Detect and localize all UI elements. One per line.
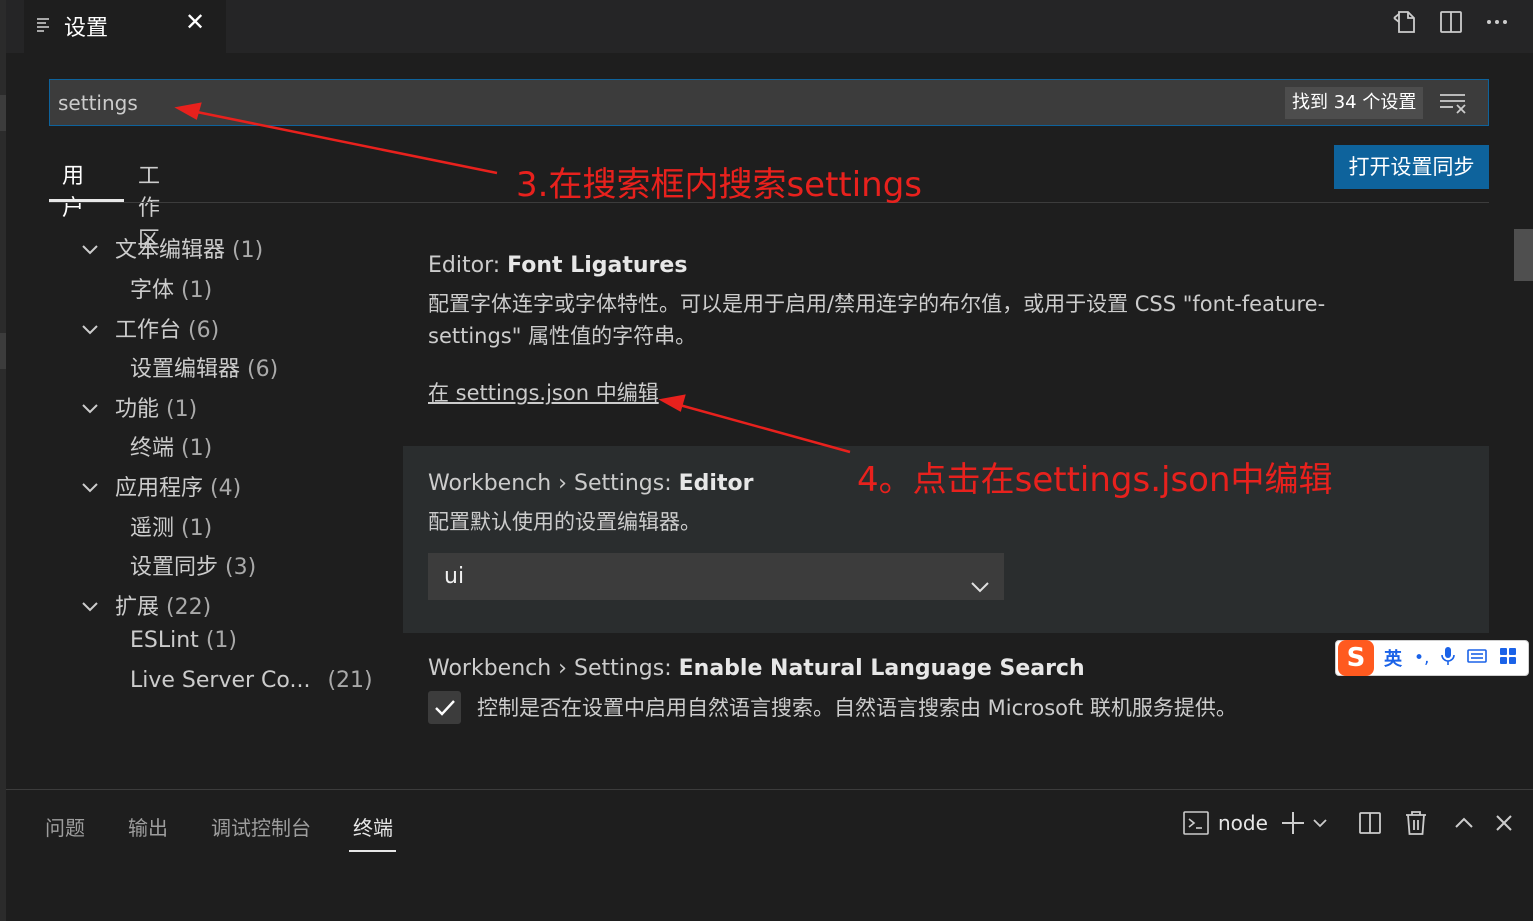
bottom-panel: 问题 输出 调试控制台 终端 node [6, 789, 1533, 921]
chevron-down-icon[interactable] [1308, 806, 1332, 840]
annotation-step4: 4。点击在settings.json中编辑 [857, 460, 1333, 500]
tab-debug-console[interactable]: 调试控制台 [211, 812, 311, 841]
punctuation-icon[interactable]: •, [1414, 648, 1429, 668]
new-terminal-icon[interactable] [1278, 806, 1308, 840]
microphone-icon[interactable] [1441, 646, 1456, 671]
terminal-name[interactable]: node [1218, 806, 1268, 840]
close-panel-icon[interactable] [1488, 806, 1520, 840]
tab-terminal[interactable]: 终端 [353, 812, 393, 841]
annotation-step3: 3.在搜索框内搜索settings [516, 165, 923, 205]
sogou-logo[interactable]: S [1338, 640, 1374, 676]
active-tab-underline [349, 850, 396, 852]
tab-output[interactable]: 输出 [128, 812, 168, 841]
keyboard-icon[interactable] [1467, 648, 1488, 669]
ime-language[interactable]: 英 [1384, 645, 1402, 671]
split-terminal-icon[interactable] [1354, 806, 1386, 840]
trash-icon[interactable] [1400, 806, 1432, 840]
toolbox-icon[interactable] [1499, 647, 1517, 670]
terminal-icon [1180, 806, 1212, 840]
tab-problems[interactable]: 问题 [45, 812, 85, 841]
maximize-panel-icon[interactable] [1448, 806, 1480, 840]
ime-toolbar: S 英 •, [1335, 640, 1529, 676]
